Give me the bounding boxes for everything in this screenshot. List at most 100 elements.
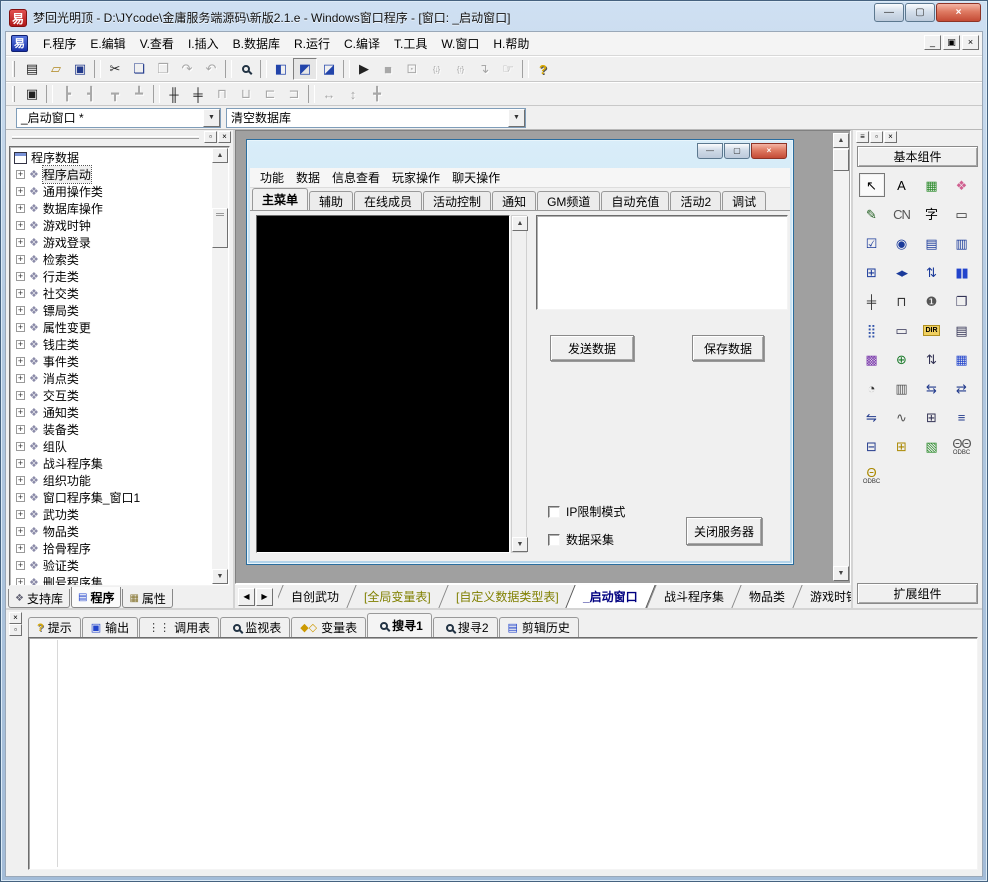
checkbox-component[interactable]: ☑ <box>859 231 885 255</box>
fit-width[interactable]: ↔ <box>317 83 341 105</box>
toolbar-button[interactable] <box>46 85 53 103</box>
document-tab[interactable]: 战斗程序集 <box>646 585 740 608</box>
expander-icon[interactable]: + <box>16 289 25 298</box>
ip-edit-component[interactable]: ▭ <box>889 318 915 342</box>
expander-icon[interactable]: + <box>16 272 25 281</box>
method-select-combo[interactable]: 清空数据库 ▼ <box>226 108 526 128</box>
extended-components-button[interactable]: 扩展组件 <box>857 583 978 604</box>
picture-component[interactable]: ▦ <box>919 173 945 197</box>
document-tab[interactable]: 物品类 <box>731 585 801 608</box>
form-tab[interactable]: 通知 <box>492 191 536 210</box>
toolbar-button[interactable] <box>153 85 160 103</box>
save-file[interactable]: ▣ <box>68 58 92 80</box>
document-component[interactable]: ▤ <box>949 318 975 342</box>
form-menu-item[interactable]: 功能 <box>254 167 290 188</box>
tree-item[interactable]: + ❖ 镖局类 <box>13 302 211 319</box>
panel-close-button[interactable]: × <box>218 131 231 143</box>
step-over[interactable]: ⊡ <box>400 58 424 80</box>
expander-icon[interactable]: + <box>16 408 25 417</box>
tree-item[interactable]: + ❖ 窗口程序集_窗口1 <box>13 489 211 506</box>
network-component[interactable]: ⊕ <box>889 347 915 371</box>
odbc-pair-component[interactable]: ΘΘ ODBC <box>949 434 975 458</box>
designer-title-bar[interactable]: — ▢ × <box>250 143 790 168</box>
expander-icon[interactable]: + <box>16 425 25 434</box>
tree-item[interactable]: + ❖ 删号程序集 <box>13 574 211 585</box>
tree-item[interactable]: + ❖ 检索类 <box>13 251 211 268</box>
align-right[interactable]: ┫ <box>79 83 103 105</box>
redo[interactable]: ↷ <box>175 58 199 80</box>
panel-menu-button[interactable]: ≡ <box>856 131 869 143</box>
tree-root[interactable]: 程序数据 <box>13 149 211 166</box>
form-tab[interactable]: 自动充值 <box>601 191 669 210</box>
fit-both[interactable]: ╋ <box>365 83 389 105</box>
panel-close-button[interactable]: × <box>9 612 22 624</box>
ip-limit-checkbox[interactable]: IP限制模式 <box>548 503 625 520</box>
com-port-component[interactable]: ∿ <box>889 405 915 429</box>
tree-item[interactable]: + ❖ 程序启动 <box>13 166 211 183</box>
menu-item[interactable]: T.工具 <box>387 33 434 54</box>
scroll-up-icon[interactable]: ▲ <box>212 148 228 163</box>
center-vertical[interactable]: ╪ <box>186 83 210 105</box>
expander-icon[interactable]: + <box>16 391 25 400</box>
tab-tips[interactable]: ?提示 <box>28 617 81 637</box>
menu-item[interactable]: W.窗口 <box>434 33 486 54</box>
same-height[interactable]: ⊔ <box>234 83 258 105</box>
send-data-button[interactable]: 发送数据 <box>550 335 634 361</box>
new-file[interactable]: ▤ <box>20 58 44 80</box>
scroll-down-icon[interactable]: ▼ <box>833 566 849 581</box>
form-designer[interactable]: ▣ <box>20 83 44 105</box>
mdi-scrollbar[interactable]: ▲ ▼ <box>833 133 849 581</box>
server-log-listbox[interactable] <box>256 215 510 553</box>
toolbar-button[interactable] <box>94 60 101 78</box>
shape-component[interactable]: ❖ <box>949 173 975 197</box>
tree-item[interactable]: + ❖ 物品类 <box>13 523 211 540</box>
expander-icon[interactable]: + <box>16 255 25 264</box>
palette-component[interactable]: ▩ <box>859 347 885 371</box>
toolbar-button[interactable] <box>308 85 315 103</box>
server-socket-component[interactable]: ⇄ <box>949 376 975 400</box>
tree-item[interactable]: + ❖ 拾骨程序 <box>13 540 211 557</box>
odbc-db-component[interactable]: Θ ODBC <box>859 463 885 487</box>
panel-close-button[interactable]: × <box>884 131 897 143</box>
tree-item[interactable]: + ❖ 钱庄类 <box>13 336 211 353</box>
spinner-component[interactable]: ⇅ <box>919 260 945 284</box>
form-menu-item[interactable]: 数据 <box>290 167 326 188</box>
radio-component[interactable]: ◉ <box>889 231 915 255</box>
mdi-child-icon[interactable]: 易 <box>11 35 28 52</box>
animation-component[interactable]: ❶ <box>919 289 945 313</box>
tab-watch-table[interactable]: 监视表 <box>220 617 290 637</box>
copy[interactable]: ❏ <box>127 58 151 80</box>
tab-call-table[interactable]: ⋮⋮调用表 <box>139 617 219 637</box>
expander-icon[interactable]: + <box>16 357 25 366</box>
title-bar[interactable]: 易 梦回光明顶 - D:\JYcode\金庸服务端源码\新版2.1.e - Wi… <box>5 4 983 31</box>
document-tab[interactable]: [自定义数据类型表] <box>438 585 575 608</box>
tree-item[interactable]: + ❖ 通用操作类 <box>13 183 211 200</box>
tree-item[interactable]: + ❖ 武功类 <box>13 506 211 523</box>
tab-variable-table[interactable]: ◆◇变量表 <box>291 617 366 637</box>
udp-socket-component[interactable]: ⇋ <box>859 405 885 429</box>
pointer-tool[interactable]: ↖ <box>859 173 885 197</box>
scroll-up-icon[interactable]: ▲ <box>833 133 849 148</box>
step-into[interactable]: {↓} <box>424 58 448 80</box>
expander-icon[interactable]: + <box>16 442 25 451</box>
minimize-button[interactable]: — <box>874 3 904 22</box>
tree-item[interactable]: + ❖ 交互类 <box>13 387 211 404</box>
align-left[interactable]: ┣ <box>55 83 79 105</box>
expander-icon[interactable]: + <box>16 187 25 196</box>
checklist-component[interactable]: ⊞ <box>859 260 885 284</box>
help-find[interactable]: ? <box>531 58 555 80</box>
tab-support-libs[interactable]: ❖支持库 <box>8 589 70 608</box>
menu-item[interactable]: R.运行 <box>287 33 337 54</box>
form-tab[interactable]: 调试 <box>722 191 766 210</box>
panel-maximize-button[interactable]: ▫ <box>870 131 883 143</box>
tree-item[interactable]: + ❖ 通知类 <box>13 404 211 421</box>
open-file[interactable]: ▱ <box>44 58 68 80</box>
panel-maximize-button[interactable]: ▫ <box>204 131 217 143</box>
document-tab[interactable]: 自创武功 <box>278 585 356 608</box>
toolbar-grip[interactable] <box>12 86 15 101</box>
tree-item[interactable]: + ❖ 组队 <box>13 438 211 455</box>
mdi-close-button[interactable]: × <box>962 35 979 50</box>
tab-search2[interactable]: 搜寻2 <box>433 617 498 637</box>
form-menu-item[interactable]: 玩家操作 <box>386 167 446 188</box>
imagebox-component[interactable]: ▧ <box>919 434 945 458</box>
